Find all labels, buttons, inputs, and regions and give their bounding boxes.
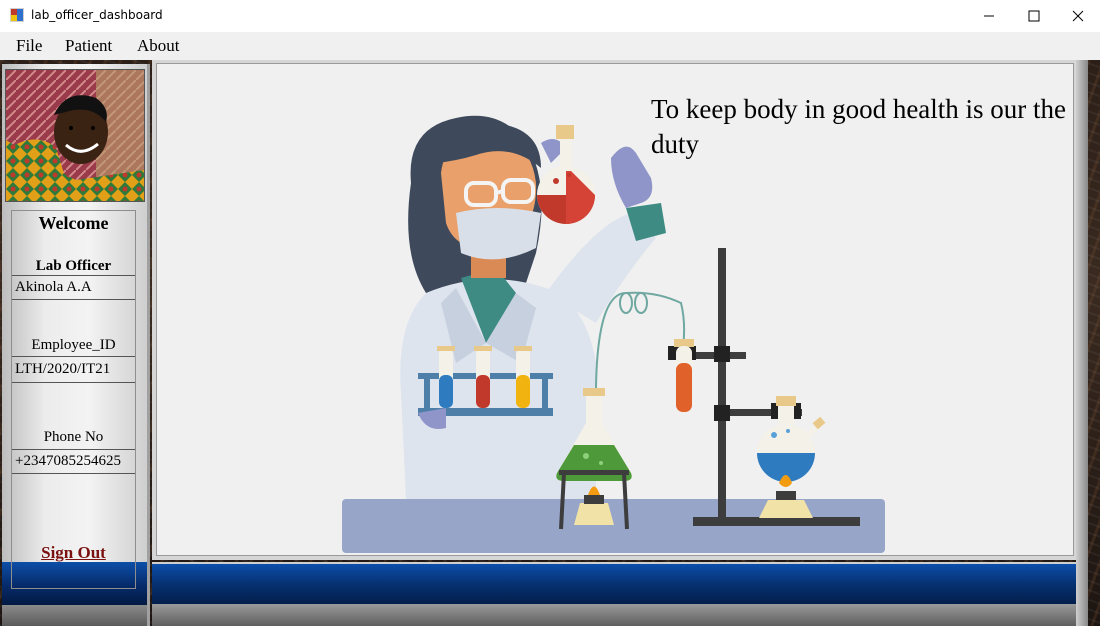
menu-about[interactable]: About	[137, 36, 180, 56]
conical-flask	[583, 388, 605, 396]
window-titlebar: lab_officer_dashboard	[0, 0, 1100, 32]
status-bar	[152, 562, 1076, 606]
window-title: lab_officer_dashboard	[31, 8, 163, 22]
bottom-frame	[152, 604, 1080, 626]
welcome-label: Welcome	[38, 213, 109, 233]
role-label: Lab Officer	[35, 258, 112, 274]
user-photo	[6, 70, 144, 201]
divider	[12, 449, 135, 450]
phone-label: Phone No	[43, 429, 104, 445]
minimize-icon	[984, 15, 994, 17]
employee-id-label: Employee_ID	[31, 337, 116, 353]
maximize-button[interactable]	[1011, 0, 1057, 32]
slogan-text: To keep body in good health is our the d…	[651, 94, 1067, 159]
glove	[611, 146, 653, 208]
divider	[12, 275, 135, 276]
sidebar-bottom-bar	[2, 605, 147, 626]
employee-id-field[interactable]: LTH/2020/IT21	[12, 361, 134, 378]
officer-name-field[interactable]: Akinola A.A	[12, 279, 134, 296]
menu-patient[interactable]: Patient	[65, 36, 112, 56]
divider	[12, 356, 135, 357]
menu-file[interactable]: File	[16, 36, 42, 56]
divider	[12, 382, 135, 383]
close-icon	[1072, 10, 1084, 22]
frame-right-edge	[1076, 60, 1088, 626]
divider	[12, 299, 135, 300]
maximize-icon	[1028, 10, 1040, 22]
phone-field[interactable]: +2347085254625	[12, 453, 134, 470]
retort-stand	[718, 248, 726, 520]
divider	[12, 473, 135, 474]
minimize-button[interactable]	[966, 0, 1012, 32]
app-icon	[10, 8, 24, 22]
close-button[interactable]	[1055, 0, 1100, 32]
avatar	[5, 69, 145, 202]
sign-out-link[interactable]: Sign Out	[0, 543, 147, 563]
